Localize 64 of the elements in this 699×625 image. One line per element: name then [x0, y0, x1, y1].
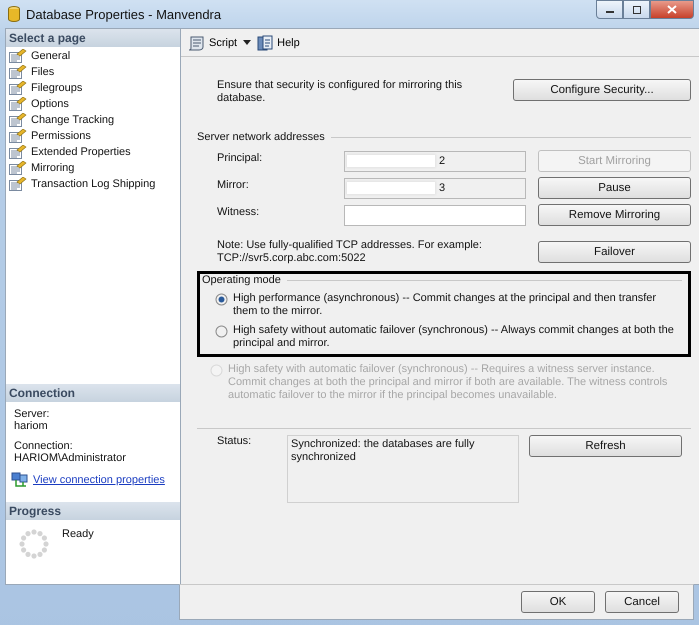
address-note: Note: Use fully-qualified TCP addresses. For example: TCP://svr5.corp.abc.com:5022 — [217, 239, 483, 265]
mode-option-label[interactable]: High safety without automatic failover (synchronous) -- Always commit changes at both the principal and mirror. — [233, 324, 682, 350]
field-label: Witness: — [217, 205, 260, 218]
minimize-button[interactable] — [596, 0, 623, 19]
field-label: Principal: — [217, 151, 264, 164]
page-link[interactable]: Transaction Log Shipping — [31, 178, 156, 190]
page-link[interactable]: Files — [31, 66, 54, 78]
spinner-icon — [18, 528, 50, 560]
progress-status: Ready — [62, 528, 94, 542]
connection-name: HARIOM\Administrator — [14, 452, 127, 464]
connection-label: Connection: — [14, 440, 74, 452]
page-icon — [9, 97, 27, 111]
page-icon — [9, 177, 27, 191]
mirroring-button[interactable]: Remove Mirroring — [538, 204, 691, 226]
connection-properties-link[interactable]: View connection properties — [33, 474, 165, 486]
help-button[interactable]: Help — [257, 34, 300, 50]
group-heading: Operating mode — [202, 274, 281, 286]
mirroring-button[interactable]: Pause — [538, 177, 691, 199]
section-header: Select a page — [6, 29, 180, 47]
page-link[interactable]: Permissions — [31, 130, 91, 142]
section-header: Connection — [6, 384, 180, 402]
status-label: Status: — [217, 435, 252, 447]
page-icon — [9, 49, 27, 63]
server-label: Server: — [14, 408, 50, 420]
close-button[interactable] — [650, 0, 694, 19]
failover-button[interactable]: Failover — [538, 241, 691, 263]
dialog-button[interactable]: OK — [521, 591, 595, 613]
close-icon — [667, 5, 677, 14]
database-icon — [8, 6, 20, 22]
address-field[interactable]: 3 — [344, 178, 526, 198]
page-icon — [9, 129, 27, 143]
page-icon — [9, 113, 27, 127]
page-link[interactable]: Filegroups — [31, 82, 82, 94]
help-icon — [257, 34, 274, 50]
mode-option-label[interactable]: High performance (asynchronous) -- Commit changes at the principal and then transfer them to the mirror. — [233, 292, 682, 318]
page-link[interactable]: Mirroring — [31, 162, 74, 174]
security-note: Ensure that security is configured for mirroring this database. — [217, 79, 464, 105]
page-link[interactable]: Extended Properties — [31, 146, 131, 158]
field-label: Mirror: — [217, 178, 250, 191]
page-link[interactable]: Change Tracking — [31, 114, 114, 126]
network-icon — [11, 472, 29, 488]
dropdown-caret-icon[interactable] — [243, 40, 252, 45]
radio-button[interactable] — [215, 325, 228, 338]
configure-security-button[interactable]: Configure Security... — [513, 79, 691, 101]
maximize-button[interactable] — [623, 0, 650, 19]
address-field[interactable]: 2 — [344, 150, 526, 172]
status-box: Synchronized: the databases are fully synchronized — [287, 435, 519, 503]
server-name: hariom — [14, 420, 49, 432]
page-link[interactable]: General — [31, 50, 70, 62]
maximize-icon — [632, 6, 642, 14]
page-icon — [9, 161, 27, 175]
script-button[interactable]: Script — [187, 34, 238, 50]
page-icon — [9, 81, 27, 95]
group-heading: Server network addresses — [197, 131, 325, 143]
section-header: Progress — [6, 502, 180, 520]
scroll-icon — [187, 34, 205, 50]
page-icon — [9, 145, 27, 159]
window-title: Database Properties - Manvendra — [26, 6, 222, 22]
address-field[interactable] — [344, 204, 526, 226]
page-icon — [9, 65, 27, 79]
refresh-button[interactable]: Refresh — [529, 435, 682, 457]
page-link[interactable]: Options — [31, 98, 69, 110]
dialog-button[interactable]: Cancel — [605, 591, 679, 613]
radio-button[interactable] — [215, 293, 228, 306]
